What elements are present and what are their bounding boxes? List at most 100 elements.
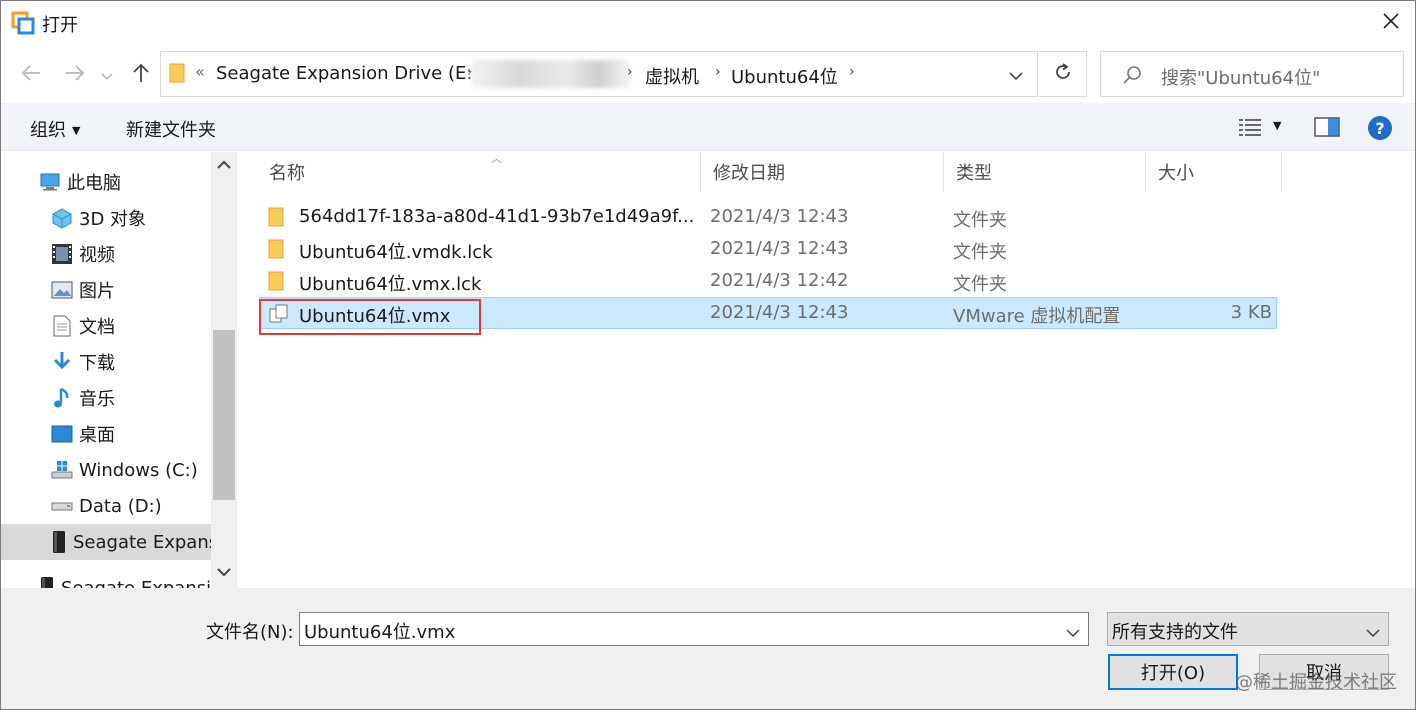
refresh-button[interactable]	[1039, 51, 1087, 97]
title-bar: 打开	[1, 1, 1415, 45]
download-icon	[51, 351, 73, 373]
breadcrumb-drive[interactable]: Seagate Expansion Drive (E:)	[216, 63, 479, 84]
column-header-modified[interactable]: 修改日期	[701, 152, 944, 192]
file-type-filter-select[interactable]: 所有支持的文件	[1107, 612, 1389, 646]
organize-label: 组织	[30, 120, 66, 141]
column-header-type[interactable]: 类型	[944, 152, 1146, 192]
filename-input[interactable]: Ubuntu64位.vmx	[299, 612, 1089, 646]
search-placeholder: 搜索"Ubuntu64位"	[1161, 68, 1321, 89]
nav-item-label: 此电脑	[67, 173, 121, 194]
3d-objects-icon	[51, 207, 73, 229]
column-header-label: 名称	[269, 163, 305, 184]
nav-item-seagate-network[interactable]: Seagate Expansi	[1, 570, 211, 588]
file-modified: 2021/4/3 12:43	[710, 302, 849, 323]
windows-drive-icon	[51, 459, 73, 481]
file-type: 文件夹	[953, 242, 1007, 263]
nav-item-seagate-selected[interactable]: Seagate Expans	[1, 524, 211, 560]
open-file-dialog: 打开 « Seagate Expansion Drive (E:) › › 虚拟	[0, 0, 1416, 710]
nav-item-label: Data (D:)	[79, 495, 162, 517]
computer-icon	[39, 171, 61, 193]
address-history-dropdown[interactable]	[996, 64, 1036, 86]
sort-ascending-icon: ︿	[491, 152, 502, 165]
nav-item-data-d[interactable]: Data (D:)	[1, 488, 211, 524]
nav-item-label: 桌面	[79, 425, 115, 446]
file-row[interactable]: Ubuntu64位.vmx.lck 2021/4/3 12:42 文件夹	[259, 265, 1277, 297]
arrow-up-icon	[130, 62, 152, 89]
view-options-button[interactable]	[1238, 117, 1262, 142]
chevron-right-icon: ›	[627, 64, 633, 80]
nav-item-desktop[interactable]: 桌面	[1, 416, 211, 452]
pictures-icon	[51, 279, 73, 301]
chevron-down-icon	[1009, 65, 1023, 86]
close-button[interactable]	[1367, 1, 1415, 45]
search-input[interactable]: 搜索"Ubuntu64位"	[1100, 51, 1404, 97]
file-row[interactable]: Ubuntu64位.vmdk.lck 2021/4/3 12:43 文件夹	[259, 233, 1277, 265]
nav-item-downloads[interactable]: 下载	[1, 344, 211, 380]
scroll-down-icon[interactable]	[215, 566, 233, 584]
chevron-down-icon	[1366, 622, 1380, 643]
arrow-right-icon	[64, 62, 86, 89]
nav-item-this-pc[interactable]: 此电脑	[1, 164, 211, 200]
chevron-right-icon: ›	[715, 64, 721, 80]
breadcrumb-vm-folder[interactable]: 虚拟机	[645, 63, 699, 89]
nav-item-videos[interactable]: 视频	[1, 236, 211, 272]
column-header-name[interactable]: 名称 ︿	[257, 152, 701, 192]
folder-icon	[268, 239, 288, 259]
open-button[interactable]: 打开(O)	[1108, 654, 1238, 690]
nav-item-documents[interactable]: 文档	[1, 308, 211, 344]
help-icon[interactable]: ?	[1368, 116, 1392, 140]
navigation-pane-scrollbar[interactable]	[211, 152, 237, 588]
file-type: VMware 虚拟机配置	[953, 306, 1121, 327]
column-header-label: 大小	[1158, 163, 1194, 184]
nav-item-windows-c[interactable]: Windows (C:)	[1, 452, 211, 488]
nav-item-label: Seagate Expans	[73, 531, 211, 553]
file-modified: 2021/4/3 12:42	[710, 270, 849, 291]
file-name: Ubuntu64位.vmx.lck	[299, 274, 482, 295]
back-button[interactable]	[17, 61, 45, 89]
search-icon	[1121, 64, 1143, 91]
column-header-size[interactable]: 大小	[1146, 152, 1282, 192]
scroll-up-icon[interactable]	[215, 158, 233, 176]
music-icon	[51, 387, 73, 409]
breadcrumb-current-folder[interactable]: Ubuntu64位	[731, 63, 838, 89]
drive-icon	[51, 495, 73, 517]
filename-label: 文件名(N):	[206, 622, 294, 643]
nav-item-label: 3D 对象	[79, 209, 147, 230]
file-name: Ubuntu64位.vmdk.lck	[299, 242, 493, 263]
preview-pane-button[interactable]	[1314, 117, 1340, 142]
annotation-highlight-box	[259, 299, 481, 335]
nav-item-label: 视频	[79, 245, 115, 266]
nav-item-music[interactable]: 音乐	[1, 380, 211, 416]
file-name: 564dd17f-183a-a80d-41d1-93b7e1d49a9f...	[299, 206, 695, 227]
address-bar[interactable]: « Seagate Expansion Drive (E:) › › 虚拟机 ›…	[160, 51, 1038, 97]
nav-item-label: Windows (C:)	[79, 459, 198, 481]
forward-button[interactable]	[61, 61, 89, 89]
watermark-text: @稀土掘金技术社区	[1235, 672, 1397, 693]
file-size: 3 KB	[1230, 302, 1272, 323]
nav-item-label: Seagate Expansi	[61, 577, 211, 589]
scrollbar-thumb[interactable]	[213, 330, 235, 500]
nav-item-pictures[interactable]: 图片	[1, 272, 211, 308]
file-row[interactable]: 564dd17f-183a-a80d-41d1-93b7e1d49a9f... …	[259, 201, 1277, 233]
recent-locations-button[interactable]	[97, 61, 117, 89]
breadcrumb-overflow[interactable]: «	[195, 62, 205, 81]
organize-menu-button[interactable]: 组织 ▼	[30, 116, 80, 142]
file-type-filter-value: 所有支持的文件	[1112, 622, 1238, 643]
new-folder-button[interactable]: 新建文件夹	[126, 116, 216, 142]
external-drive-icon	[39, 577, 55, 588]
file-modified: 2021/4/3 12:43	[710, 238, 849, 259]
chevron-down-icon[interactable]	[1066, 622, 1080, 643]
view-options-caret-icon[interactable]: ▼	[1273, 119, 1281, 132]
dialog-footer: 文件名(N): Ubuntu64位.vmx 所有支持的文件 打开(O) 取消 @…	[1, 588, 1415, 709]
up-button[interactable]	[127, 61, 155, 89]
preview-pane-icon	[1314, 117, 1340, 137]
nav-item-label: 文档	[79, 317, 115, 338]
chevron-right-icon: ›	[849, 64, 855, 80]
chevron-down-icon	[101, 65, 113, 86]
column-header-label: 类型	[956, 163, 992, 184]
nav-item-label: 图片	[79, 281, 115, 302]
close-icon	[1382, 12, 1400, 35]
details-view-icon	[1239, 119, 1261, 136]
video-icon	[51, 243, 73, 265]
nav-item-3d-objects[interactable]: 3D 对象	[1, 200, 211, 236]
